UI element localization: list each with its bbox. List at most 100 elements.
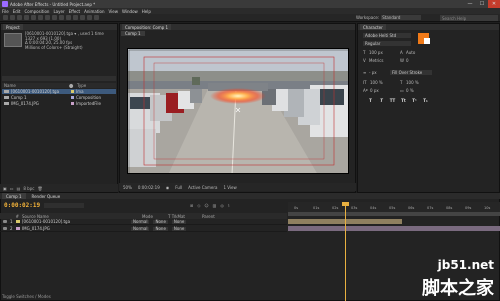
- pan-behind-tool-icon[interactable]: [38, 15, 43, 20]
- interpret-footage-icon[interactable]: ▣: [3, 186, 7, 191]
- rotate-tool-icon[interactable]: [24, 15, 29, 20]
- faux-italic-button[interactable]: T: [379, 98, 384, 103]
- project-item[interactable]: IMG_0174.JPG ImportedFile: [2, 101, 116, 106]
- horizontal-scale-value[interactable]: 100 %: [406, 80, 419, 85]
- label-color-swatch[interactable]: [71, 90, 74, 93]
- tracking-value[interactable]: 0: [406, 58, 409, 63]
- menu-view[interactable]: View: [109, 9, 119, 14]
- small-caps-button[interactable]: Tt: [401, 98, 406, 103]
- project-item[interactable]: Comp 1 Composition: [2, 95, 116, 100]
- workspace-dropdown[interactable]: Standard: [381, 15, 422, 20]
- draft-3d-icon[interactable]: ◇: [197, 203, 200, 208]
- layer-name[interactable]: [0610001-0010120].tga: [22, 219, 131, 224]
- tab-character[interactable]: Character: [360, 24, 386, 30]
- composition-breadcrumb[interactable]: Comp 1: [121, 31, 145, 36]
- faux-bold-button[interactable]: T: [368, 98, 373, 103]
- menu-edit[interactable]: Edit: [13, 9, 21, 14]
- maximize-button[interactable]: ☐: [476, 0, 488, 8]
- tsume-value[interactable]: 0 %: [406, 88, 414, 93]
- layer-duration-bar[interactable]: [288, 226, 500, 231]
- stroke-type-dropdown[interactable]: Fill Over Stroke: [390, 70, 432, 75]
- shy-layers-icon[interactable]: ☺: [204, 203, 208, 208]
- minimize-button[interactable]: —: [464, 0, 476, 8]
- column-type[interactable]: Type: [77, 83, 86, 88]
- tab-composition[interactable]: Composition: Comp 1: [122, 24, 172, 30]
- stroke-width-value[interactable]: - px: [369, 70, 377, 75]
- tab-project[interactable]: Project: [3, 24, 23, 30]
- hand-tool-icon[interactable]: [10, 15, 15, 20]
- comp-mini-flowchart-icon[interactable]: ⊞: [190, 203, 193, 208]
- layer-row[interactable]: 2 IMG_0174.JPG Normal None None: [0, 226, 287, 232]
- kerning-value[interactable]: Metrics: [369, 58, 384, 63]
- menu-animation[interactable]: Animation: [84, 9, 104, 14]
- menu-effect[interactable]: Effect: [69, 9, 81, 14]
- vertical-scale-value[interactable]: 100 %: [370, 80, 383, 85]
- composition-canvas[interactable]: [127, 48, 349, 174]
- delete-icon[interactable]: 🗑: [37, 186, 42, 191]
- new-folder-icon[interactable]: ▭: [10, 186, 14, 191]
- column-label[interactable]: ⬤: [69, 83, 77, 88]
- current-time-indicator[interactable]: [345, 202, 346, 301]
- blend-mode-dropdown[interactable]: Normal: [131, 219, 150, 224]
- baseline-shift-value[interactable]: 0 px: [370, 88, 379, 93]
- tab-comp-1[interactable]: Comp 1: [2, 193, 26, 199]
- column-name[interactable]: Name: [2, 83, 69, 88]
- views-dropdown[interactable]: 1 View: [223, 185, 236, 190]
- column-trkmat[interactable]: T TrkMat: [168, 214, 202, 219]
- mask-tool-icon[interactable]: [45, 15, 50, 20]
- brush-tool-icon[interactable]: [66, 15, 71, 20]
- label-color-swatch[interactable]: [71, 96, 74, 99]
- roto-brush-tool-icon[interactable]: [87, 15, 92, 20]
- resolution-dropdown[interactable]: Full: [175, 185, 182, 190]
- zoom-dropdown[interactable]: 50%: [123, 185, 132, 190]
- project-search-input[interactable]: [2, 76, 116, 81]
- menu-help[interactable]: Help: [142, 9, 151, 14]
- parent-dropdown[interactable]: None: [171, 226, 187, 231]
- snapshot-icon[interactable]: ◉: [166, 185, 170, 190]
- leading-value[interactable]: Auto: [406, 50, 415, 55]
- font-style-dropdown[interactable]: Regular: [363, 41, 411, 46]
- column-mode[interactable]: Mode: [142, 214, 168, 219]
- label-color-swatch[interactable]: [71, 102, 74, 105]
- selection-tool-icon[interactable]: [3, 15, 8, 20]
- track-matte-dropdown[interactable]: None: [153, 226, 168, 231]
- current-time-display[interactable]: 0:00:02:19: [138, 185, 160, 190]
- clone-stamp-tool-icon[interactable]: [73, 15, 78, 20]
- menu-layer[interactable]: Layer: [53, 9, 64, 14]
- time-ruler[interactable]: 0s 01s 02s 03s 04s 05s 06s 07s 08s 09s 1…: [288, 202, 500, 212]
- menu-window[interactable]: Window: [122, 9, 138, 14]
- visibility-eye-icon[interactable]: [3, 227, 7, 230]
- eraser-tool-icon[interactable]: [80, 15, 85, 20]
- camera-tool-icon[interactable]: [31, 15, 36, 20]
- visibility-eye-icon[interactable]: [3, 220, 7, 223]
- motion-blur-icon[interactable]: ◎: [220, 203, 224, 208]
- layer-row[interactable]: 1 [0610001-0010120].tga Normal None None: [0, 219, 287, 225]
- graph-editor-icon[interactable]: ⌇: [228, 203, 230, 208]
- toggle-switches-modes[interactable]: Toggle Switches / Modes: [2, 294, 51, 299]
- search-help-input[interactable]: Search Help: [440, 15, 498, 21]
- all-caps-button[interactable]: TT: [390, 98, 396, 103]
- font-family-dropdown[interactable]: Adobe Heiti Std: [363, 33, 411, 38]
- column-source-name[interactable]: Source Name: [22, 214, 142, 219]
- font-size-value[interactable]: 100 px: [369, 50, 383, 55]
- new-composition-icon[interactable]: ▤: [17, 186, 21, 191]
- menu-file[interactable]: File: [2, 9, 9, 14]
- camera-dropdown[interactable]: Active Camera: [188, 185, 217, 190]
- subscript-button[interactable]: T₁: [423, 98, 428, 103]
- frame-blending-icon[interactable]: ▥: [213, 203, 217, 208]
- parent-dropdown[interactable]: None: [171, 219, 187, 224]
- track-matte-dropdown[interactable]: None: [153, 219, 168, 224]
- current-time-indicator-handle[interactable]: [342, 202, 349, 206]
- layer-name[interactable]: IMG_0174.JPG: [22, 226, 131, 231]
- zoom-tool-icon[interactable]: [17, 15, 22, 20]
- project-item[interactable]: [0610001-0010120].tga Ima: [2, 89, 116, 94]
- blend-mode-dropdown[interactable]: Normal: [131, 226, 150, 231]
- pen-tool-icon[interactable]: [52, 15, 57, 20]
- timeline-timecode[interactable]: 0:00:02:19: [4, 202, 40, 209]
- puppet-tool-icon[interactable]: [94, 15, 99, 20]
- stroke-color-swatch[interactable]: [424, 38, 430, 44]
- type-tool-icon[interactable]: [59, 15, 64, 20]
- timeline-search-input[interactable]: [44, 203, 84, 208]
- tab-render-queue[interactable]: Render Queue: [28, 193, 65, 199]
- work-area-bar[interactable]: [288, 212, 500, 216]
